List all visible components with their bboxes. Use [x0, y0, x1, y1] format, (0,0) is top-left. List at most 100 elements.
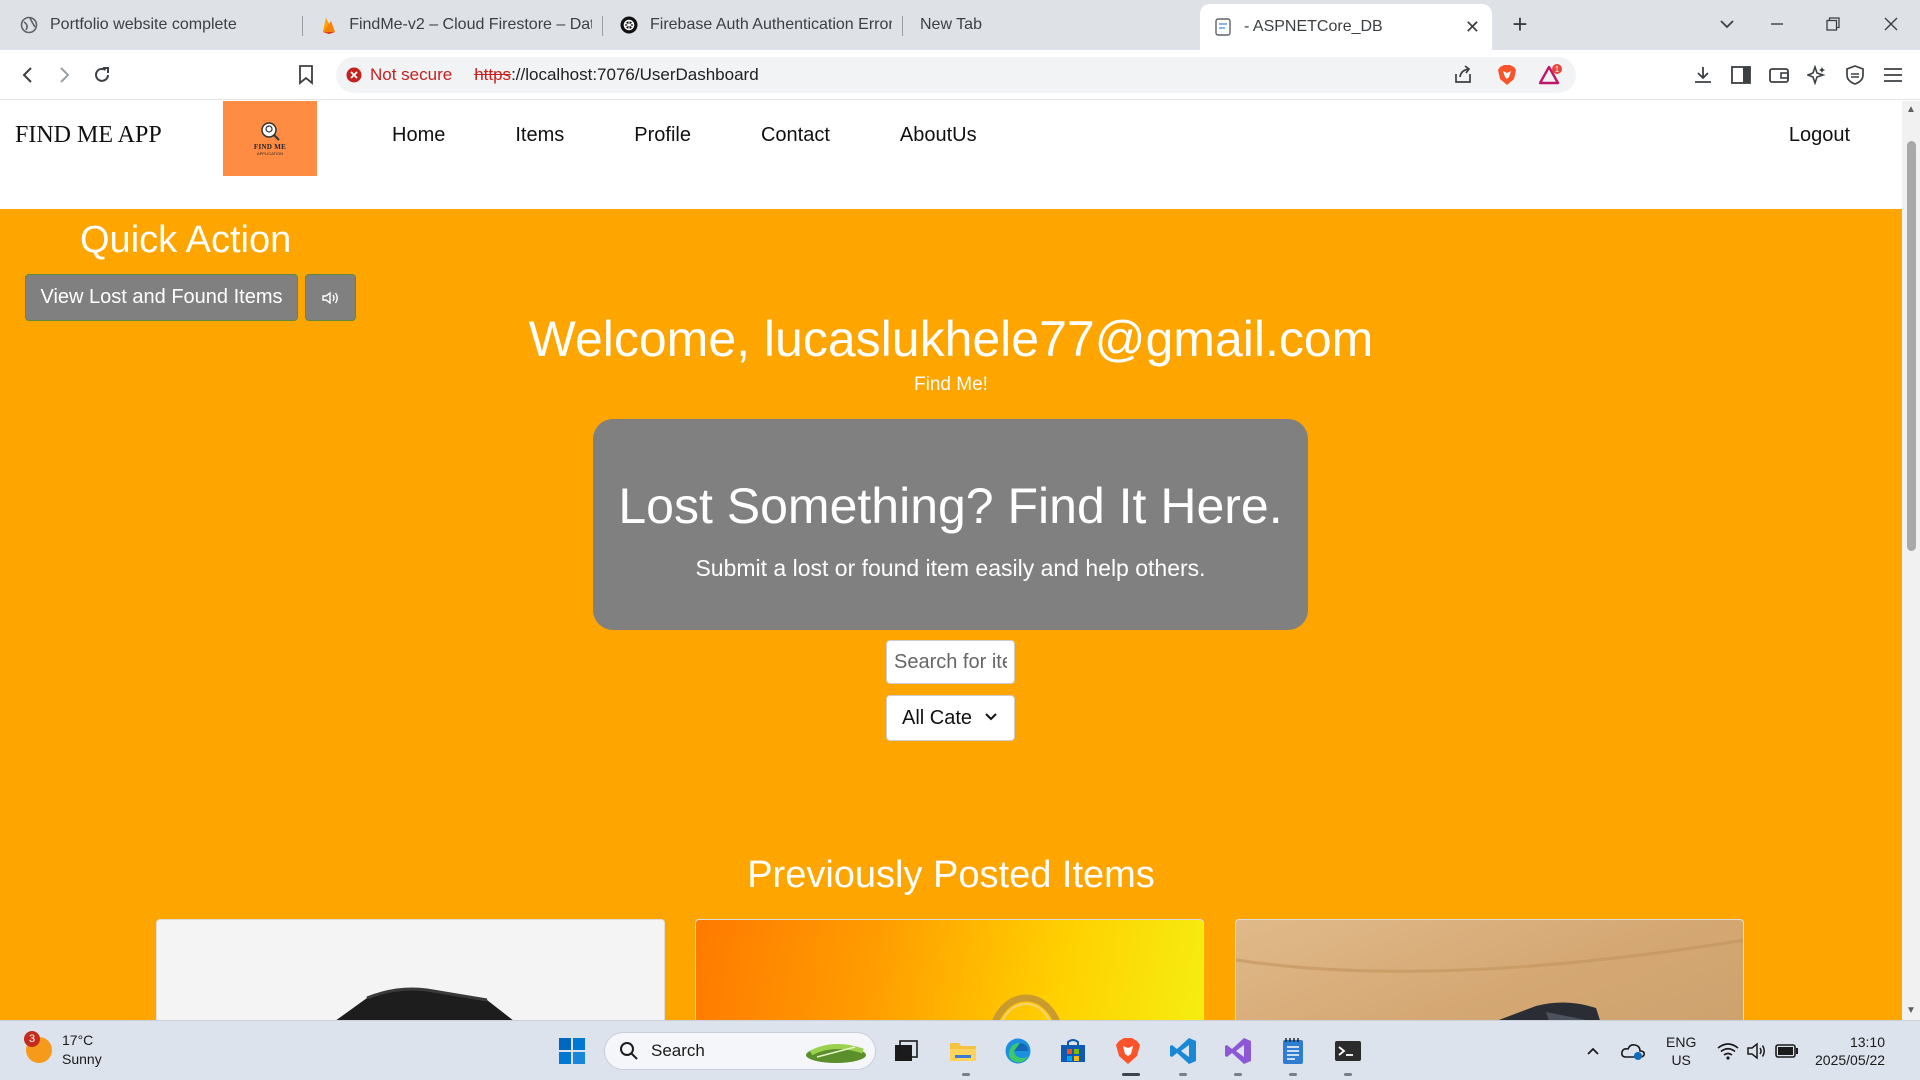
volume-icon[interactable] — [1740, 1034, 1774, 1068]
tab-firebase-auth[interactable]: Firebase Auth Authentication Error — [606, 6, 906, 44]
running-indicator — [962, 1073, 970, 1076]
logout-link[interactable]: Logout — [1789, 124, 1850, 147]
tab-label: - ASPNETCore_DB — [1244, 18, 1383, 35]
rewards-badge: 1 — [1555, 65, 1560, 74]
ms-store-icon[interactable] — [1056, 1034, 1090, 1068]
globe-icon — [20, 16, 38, 34]
welcome-heading: Welcome, lucaslukhele77@gmail.com — [528, 311, 1374, 367]
tab-separator — [902, 16, 903, 36]
page-scrollbar[interactable]: ▲ ▼ — [1902, 101, 1920, 1020]
security-indicator[interactable]: Not secure — [346, 65, 452, 85]
forward-icon[interactable] — [50, 61, 78, 89]
vpn-shield-icon[interactable] — [1843, 63, 1867, 87]
tab-portfolio[interactable]: Portfolio website complete — [6, 6, 306, 44]
weather-widget[interactable]: 3 17°C Sunny — [24, 1031, 102, 1069]
close-tab-icon[interactable]: ✕ — [1465, 17, 1480, 38]
url-text[interactable]: https://localhost:7076/UserDashboard — [474, 65, 758, 85]
quick-action-title: Quick Action — [80, 219, 292, 261]
url-path: ://localhost:7076/UserDashboard — [511, 65, 759, 84]
not-secure-icon — [346, 67, 362, 83]
scroll-down-icon[interactable]: ▼ — [1906, 1006, 1916, 1016]
app-logo[interactable]: FIND ME APPLICATION — [223, 101, 317, 176]
item-card[interactable] — [156, 919, 665, 1020]
language-indicator[interactable]: ENG US — [1666, 1033, 1696, 1069]
item-card[interactable] — [695, 919, 1204, 1020]
file-explorer-icon[interactable] — [946, 1034, 980, 1068]
scroll-up-icon[interactable]: ▲ — [1906, 105, 1916, 115]
running-indicator — [1344, 1073, 1352, 1076]
web-page: FIND ME APP FIND ME APPLICATION Home Ite… — [0, 101, 1902, 1020]
running-indicator — [1234, 1073, 1242, 1076]
search-icon — [620, 1042, 638, 1060]
weather-badge: 3 — [24, 1031, 40, 1047]
onedrive-icon[interactable] — [1616, 1034, 1650, 1068]
edge-icon[interactable] — [1001, 1034, 1035, 1068]
phone-item-image — [1236, 938, 1743, 1020]
battery-icon[interactable] — [1770, 1034, 1804, 1068]
tab-firestore[interactable]: FindMe-v2 – Cloud Firestore – Data — [306, 6, 606, 44]
nav-profile[interactable]: Profile — [634, 124, 691, 147]
running-indicator — [1179, 1073, 1187, 1076]
brave-browser-icon[interactable] — [1111, 1034, 1145, 1068]
keys-item-image — [992, 994, 1060, 1020]
item-card[interactable] — [1235, 919, 1744, 1020]
taskbar-search[interactable]: Search — [604, 1032, 876, 1070]
tab-separator — [602, 16, 603, 36]
close-window-icon[interactable] — [1876, 10, 1906, 38]
leo-ai-icon[interactable] — [1805, 63, 1829, 87]
browser-tab-strip: Portfolio website complete FindMe-v2 – C… — [0, 0, 1920, 50]
search-input[interactable] — [886, 640, 1015, 684]
vscode-icon[interactable] — [1166, 1034, 1200, 1068]
restore-icon[interactable] — [1818, 10, 1848, 38]
taskbar: 3 17°C Sunny Search ENG US 13:10 2025/05… — [0, 1020, 1920, 1080]
wallet-icon[interactable] — [1767, 63, 1791, 87]
menu-icon[interactable] — [1881, 63, 1905, 87]
search-highlight-icon — [806, 1044, 866, 1063]
wallet-item-image — [336, 987, 513, 1020]
clock-date: 2025/05/22 — [1815, 1052, 1886, 1068]
logo-title: FIND ME — [253, 143, 287, 151]
speaker-icon — [321, 291, 338, 304]
omnibox[interactable]: Not secure https://localhost:7076/UserDa… — [336, 57, 1576, 93]
system-clock[interactable]: 13:10 2025/05/22 — [1815, 1033, 1885, 1069]
visual-studio-icon[interactable] — [1221, 1034, 1255, 1068]
taskbar-search-label: Search — [651, 1041, 705, 1060]
reload-icon[interactable] — [88, 61, 116, 89]
tray-chevron-up-icon[interactable] — [1576, 1034, 1610, 1068]
nav-about-us[interactable]: AboutUs — [900, 124, 977, 147]
openai-icon — [620, 16, 638, 34]
share-icon[interactable] — [1450, 62, 1476, 88]
lang-top: ENG — [1666, 1034, 1697, 1050]
tab-label: Portfolio website complete — [50, 16, 237, 33]
nav-contact[interactable]: Contact — [761, 124, 830, 147]
tab-aspnetcore-db[interactable]: - ASPNETCore_DB ✕ — [1200, 4, 1492, 50]
brave-rewards-icon[interactable]: 1 — [1538, 62, 1564, 88]
tagline: Find Me! — [914, 374, 988, 395]
new-tab-button[interactable]: + — [1506, 9, 1534, 39]
back-icon[interactable] — [14, 61, 42, 89]
download-icon[interactable] — [1691, 63, 1715, 87]
main-nav: Home Items Profile Contact AboutUs — [392, 124, 977, 147]
active-app-indicator — [1122, 1073, 1140, 1076]
category-select[interactable]: All Cate — [886, 695, 1015, 741]
brave-shields-icon[interactable] — [1494, 62, 1520, 88]
url-scheme: https — [474, 65, 512, 84]
tab-new-tab[interactable]: New Tab — [906, 6, 1196, 44]
nav-items[interactable]: Items — [515, 124, 564, 147]
category-selected-value: All Cate — [902, 706, 973, 729]
task-view-icon[interactable] — [889, 1034, 923, 1068]
nav-home[interactable]: Home — [392, 124, 445, 147]
notepad-icon[interactable] — [1276, 1034, 1310, 1068]
minimize-icon[interactable] — [1762, 10, 1792, 38]
bookmark-icon[interactable] — [292, 61, 320, 89]
terminal-icon[interactable] — [1331, 1034, 1365, 1068]
banner-title: Lost Something? Find It Here. — [618, 478, 1283, 534]
tab-label: FindMe-v2 – Cloud Firestore – Data — [349, 16, 592, 33]
sidebar-icon[interactable] — [1729, 63, 1753, 87]
windows-start-icon[interactable] — [555, 1034, 589, 1068]
magnifier-logo-icon — [261, 122, 280, 141]
scrollbar-thumb[interactable] — [1907, 141, 1916, 551]
firebase-icon — [320, 16, 337, 34]
tab-search-chevron-icon[interactable] — [1712, 10, 1742, 38]
brand-title[interactable]: FIND ME APP — [15, 122, 162, 149]
